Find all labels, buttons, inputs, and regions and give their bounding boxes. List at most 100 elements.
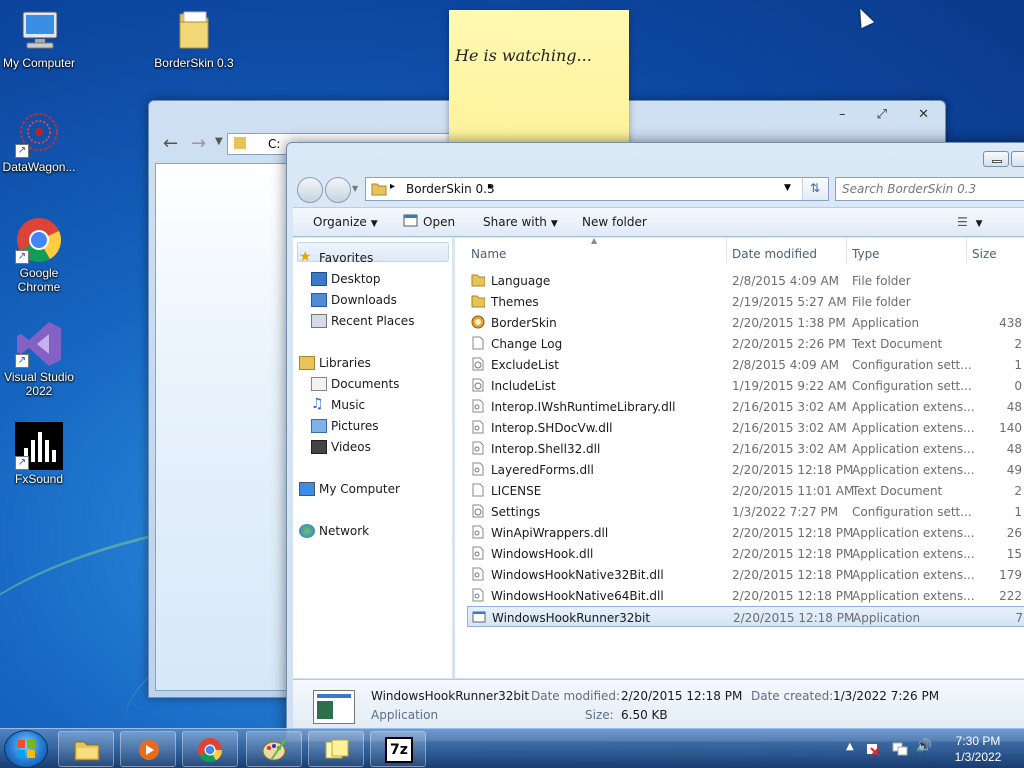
history-dropdown-icon[interactable]: ▼	[352, 184, 358, 193]
desktop-icon-chrome[interactable]: ↗ Google Chrome	[0, 216, 81, 294]
details-file-name: WindowsHookRunner32bit	[371, 689, 530, 703]
organize-button[interactable]: Organize ▼	[313, 215, 378, 229]
taskbar-7zip-button[interactable]: 7z	[370, 731, 426, 767]
file-row[interactable]: Language 2/8/2015 4:09 AM File folder	[467, 270, 1024, 291]
nav-network[interactable]: Network	[299, 524, 369, 538]
nav-pictures[interactable]: Pictures	[311, 419, 379, 433]
nav-desktop[interactable]: Desktop	[311, 272, 381, 286]
column-header-date[interactable]: Date modified	[732, 247, 817, 261]
file-row[interactable]: ExcludeList 2/8/2015 4:09 AM Configuration…	[467, 354, 1024, 375]
computer-icon	[15, 6, 63, 54]
file-type: Application	[852, 316, 920, 330]
file-row[interactable]: IncludeList 1/19/2015 9:22 AM Configuratio…	[467, 375, 1024, 396]
file-type: Text Document	[852, 337, 943, 351]
start-button[interactable]	[4, 730, 48, 768]
desktop-icon-datawagon[interactable]: ↗ DataWagon...	[0, 110, 81, 174]
taskbar-explorer-button[interactable]	[58, 731, 114, 767]
nav-downloads[interactable]: Downloads	[311, 293, 397, 307]
open-button[interactable]: Open	[403, 214, 455, 229]
breadcrumb-arrow-icon[interactable]: ▸	[488, 181, 493, 192]
search-placeholder: Search BorderSkin 0.3	[842, 182, 977, 196]
desktop-icon-visual-studio[interactable]: ↗ Visual Studio 2022	[0, 320, 81, 398]
refresh-button[interactable]: ⇅	[802, 178, 828, 200]
desktop-icon-my-computer[interactable]: My Computer	[0, 6, 81, 70]
file-row[interactable]: WindowsHookRunner32bit 2/20/2015 12:18 PM…	[467, 606, 1024, 627]
file-row[interactable]: Interop.IWshRuntimeLibrary.dll 2/16/2015 …	[467, 396, 1024, 417]
chrome-icon: ↗	[15, 216, 63, 264]
desktop-icon-borderskin[interactable]: BorderSkin 0.3	[152, 6, 236, 70]
nav-music[interactable]: ♫ Music	[311, 396, 365, 412]
back-button[interactable]	[297, 177, 323, 203]
file-name: ExcludeList	[491, 358, 559, 372]
column-header-name[interactable]: Name	[471, 247, 506, 261]
nav-recent-places[interactable]: Recent Places	[311, 314, 414, 328]
videos-icon	[311, 440, 327, 454]
minimize-button[interactable]	[983, 151, 1009, 167]
nav-my-computer[interactable]: My Computer	[299, 482, 400, 496]
taskbar-paint-button[interactable]	[246, 731, 302, 767]
file-row[interactable]: WindowsHook.dll 2/20/2015 12:18 PM Applica…	[467, 543, 1024, 564]
search-input[interactable]: Search BorderSkin 0.3	[835, 177, 1024, 201]
new-folder-button[interactable]: New folder	[582, 215, 647, 229]
file-row[interactable]: Interop.SHDocVw.dll 2/16/2015 3:02 AM Appl…	[467, 417, 1024, 438]
maximize-button[interactable]: ⤢	[877, 107, 887, 123]
forward-button[interactable]	[325, 177, 351, 203]
file-size: 15	[1006, 547, 1022, 561]
breadcrumb-arrow-icon[interactable]: ▸	[390, 181, 395, 192]
nav-favorites[interactable]: ★ Favorites	[299, 249, 373, 265]
address-path[interactable]: BorderSkin 0.3	[406, 182, 495, 196]
details-size-label: Size:	[585, 708, 614, 722]
close-button[interactable]: ✕	[918, 107, 929, 123]
minimize-button[interactable]: –	[839, 107, 846, 123]
file-row[interactable]: Change Log 2/20/2015 2:26 PM Text Document…	[467, 333, 1024, 354]
text-file-icon	[471, 336, 485, 350]
file-row[interactable]: BorderSkin 2/20/2015 1:38 PM Application 43…	[467, 312, 1024, 333]
explorer-window[interactable]: ▼ ▸ BorderSkin 0.3 ▸ ▼ ⇅ Search BorderSk…	[286, 142, 1024, 742]
network-status-icon[interactable]	[892, 742, 908, 756]
dropdown-arrow-icon: ▼	[370, 219, 378, 229]
file-row[interactable]: Themes 2/19/2015 5:27 AM File folder	[467, 291, 1024, 312]
nav-documents[interactable]: Documents	[311, 377, 399, 391]
file-row[interactable]: WindowsHookNative64Bit.dll 2/20/2015 12:1…	[467, 585, 1024, 606]
file-type: Application extens...	[852, 526, 975, 540]
file-row[interactable]: LayeredForms.dll 2/20/2015 12:18 PM Applic…	[467, 459, 1024, 480]
file-row[interactable]: LICENSE 2/20/2015 11:01 AM Text Document 2	[467, 480, 1024, 501]
address-dropdown-icon[interactable]: ▼	[784, 183, 791, 193]
taskbar-chrome-button[interactable]	[182, 731, 238, 767]
show-hidden-icons-icon[interactable]: ▲	[846, 741, 860, 755]
file-type: Configuration sett...	[852, 358, 972, 372]
file-row[interactable]: WinApiWrappers.dll 2/20/2015 12:18 PM Appl…	[467, 522, 1024, 543]
action-center-icon[interactable]	[866, 742, 880, 757]
clock[interactable]: 7:30 PM 1/3/2022	[946, 733, 1010, 765]
share-with-button[interactable]: Share with ▼	[483, 215, 558, 229]
sticky-note-text[interactable]: He is watching...	[455, 46, 592, 65]
maximize-button[interactable]	[1011, 151, 1024, 167]
view-options-button[interactable]: ☰ ▼	[957, 215, 983, 229]
column-header-type[interactable]: Type	[852, 247, 880, 261]
address-bar[interactable]: ▸ BorderSkin 0.3 ▸ ▼ ⇅	[365, 177, 829, 201]
file-row[interactable]: WindowsHookNative32Bit.dll 2/20/2015 12:1…	[467, 564, 1024, 585]
file-date-modified: 2/20/2015 12:18 PM	[732, 526, 854, 540]
taskbar-media-player-button[interactable]	[120, 731, 176, 767]
history-dropdown-icon[interactable]: ▼	[215, 136, 223, 147]
column-header-size[interactable]: Size	[972, 247, 997, 261]
file-type: Application	[853, 611, 921, 625]
file-row[interactable]: Settings 1/3/2022 7:27 PM Configuration se…	[467, 501, 1024, 522]
file-row[interactable]: Interop.Shell32.dll 2/16/2015 3:02 AM Appl…	[467, 438, 1024, 459]
nav-videos[interactable]: Videos	[311, 440, 371, 454]
sticky-note[interactable]: He is watching...	[449, 10, 629, 150]
column-separator[interactable]	[846, 238, 847, 264]
file-type: File folder	[852, 274, 911, 288]
nav-libraries[interactable]: Libraries	[299, 356, 371, 370]
column-separator[interactable]	[726, 238, 727, 264]
volume-icon[interactable]: 🔊	[916, 739, 932, 754]
folder-icon	[170, 6, 218, 54]
taskbar-sticky-notes-button[interactable]	[308, 731, 364, 767]
open-icon	[403, 214, 418, 227]
column-separator[interactable]	[966, 238, 967, 264]
back-arrow-icon[interactable]: ←	[163, 133, 178, 154]
file-type: Application extens...	[852, 442, 975, 456]
forward-arrow-icon[interactable]: →	[191, 133, 206, 154]
desktop-icon-fxsound[interactable]: ↗ FxSound	[0, 422, 81, 486]
file-size: 7	[1015, 611, 1023, 625]
